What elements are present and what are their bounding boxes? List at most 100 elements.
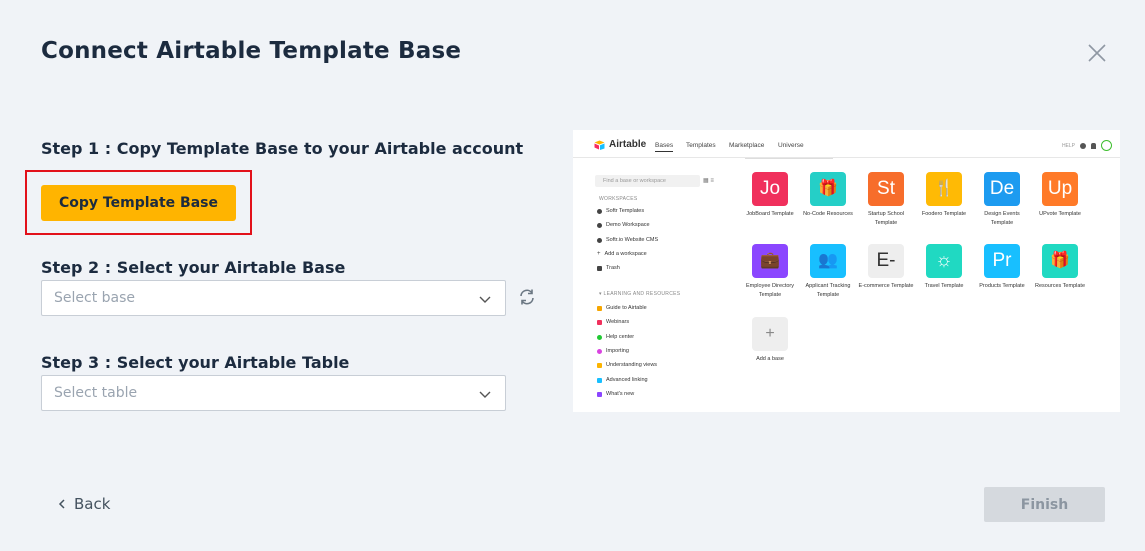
preview-workspace-item: Trash [597, 265, 620, 271]
preview-base-tile: 🍴 Foodero Template [916, 172, 972, 219]
preview-learning-item: Webinars [597, 319, 629, 325]
preview-base-icon: St [868, 172, 904, 206]
preview-learning-item: Guide to Airtable [597, 305, 647, 311]
preview-sun-icon: ☼ [926, 244, 962, 278]
step1-label: Step 1 : Copy Template Base to your Airt… [41, 139, 524, 158]
preview-workspace-label: Trash [606, 265, 620, 271]
preview-base-tile: St Startup School Template [858, 172, 914, 227]
preview-help: HELP [1061, 142, 1075, 149]
preview-base-tile: E- E-commerce Template [858, 244, 914, 291]
copy-template-base-button[interactable]: Copy Template Base [41, 185, 236, 221]
preview-learning-item: Advanced linking [597, 377, 648, 383]
airtable-logo-text: Airtable [609, 139, 647, 150]
preview-learning-text: Importing [606, 348, 629, 354]
preview-base-name: JobBoard Template [746, 211, 794, 217]
preview-people-icon: 👥 [810, 244, 846, 278]
preview-view-icons: ▦ ≡ [703, 178, 714, 184]
preview-base-name: No-Code Resources [803, 211, 853, 217]
preview-base-name: Add a base [756, 356, 784, 362]
preview-base-tile: 👥 Applicant Tracking Template [800, 244, 856, 299]
preview-base-name: E-commerce Template [858, 283, 914, 289]
select-base-placeholder: Select base [54, 290, 136, 306]
preview-learning-text: Help center [606, 334, 635, 340]
preview-divider [745, 158, 833, 159]
preview-learning-text: Advanced linking [606, 377, 648, 383]
preview-base-icon: De [984, 172, 1020, 206]
preview-base-icon: E- [868, 244, 904, 278]
preview-workspace-item: Demo Workspace [597, 222, 650, 228]
preview-topbar-right: HELP [1062, 140, 1112, 151]
preview-base-tile: 💼 Employee Directory Template [742, 244, 798, 299]
airtable-preview-image: Airtable Bases Templates Marketplace Uni… [573, 130, 1120, 412]
airtable-logo: Airtable [594, 139, 646, 150]
preview-base-tile: 🎁 No-Code Resources [800, 172, 856, 219]
step3-label: Step 3 : Select your Airtable Table [41, 353, 350, 372]
back-label: Back [74, 495, 111, 513]
preview-base-name: Resources Template [1034, 283, 1086, 289]
preview-learning-text: Webinars [606, 319, 630, 325]
preview-base-name: Applicant Tracking Template [805, 283, 851, 298]
preview-briefcase-icon: 💼 [752, 244, 788, 278]
preview-learning-item: Help center [597, 334, 634, 340]
preview-topbar: Airtable Bases Templates Marketplace Uni… [573, 130, 1120, 158]
preview-help-icon [1080, 142, 1086, 149]
finish-button[interactable]: Finish [984, 487, 1105, 522]
preview-base-icon: Up [1042, 172, 1078, 206]
preview-nav-bases: Bases [655, 142, 674, 152]
preview-add-icon: + [752, 317, 788, 351]
preview-learning-item: What's new [597, 391, 634, 397]
refresh-icon[interactable] [518, 288, 536, 306]
preview-base-tile: Jo JobBoard Template [742, 172, 798, 219]
preview-base-icon: Jo [752, 172, 788, 206]
preview-base-tile: + Add a base [742, 317, 798, 364]
chevron-down-icon [479, 296, 491, 303]
back-button[interactable]: Back [58, 495, 110, 513]
preview-workspace-label: Softr Templates [606, 208, 645, 214]
preview-workspace-label: Demo Workspace [606, 222, 650, 228]
step2-label: Step 2 : Select your Airtable Base [41, 258, 346, 277]
airtable-logo-icon [594, 140, 605, 150]
preview-workspace-item: Softr.io Website CMS [597, 237, 658, 243]
preview-base-name: Design Events Template [984, 211, 1020, 226]
select-table-placeholder: Select table [54, 385, 138, 401]
chevron-left-icon [58, 499, 65, 509]
preview-learning-text: Understanding views [606, 362, 658, 368]
preview-gift-icon: 🎁 [810, 172, 846, 206]
preview-base-tile: ☼ Travel Template [916, 244, 972, 291]
select-table-dropdown[interactable]: Select table [41, 375, 506, 411]
preview-base-icon: Pr [984, 244, 1020, 278]
dialog-title: Connect Airtable Template Base [41, 38, 462, 64]
preview-base-name: UPvote Template [1039, 211, 1081, 217]
preview-nav-universe: Universe [778, 142, 804, 149]
preview-learning-text: What's new [606, 391, 635, 397]
preview-learning-item: Importing [597, 348, 629, 354]
preview-workspace-item: Softr Templates [597, 208, 644, 214]
preview-gift-icon: 🎁 [1042, 244, 1078, 278]
preview-workspace-label: Softr.io Website CMS [606, 237, 659, 243]
close-icon[interactable] [1087, 43, 1107, 63]
preview-learning-item: Understanding views [597, 362, 657, 368]
preview-base-tile: 🎁 Resources Template [1032, 244, 1088, 291]
preview-base-tile: Up UPvote Template [1032, 172, 1088, 219]
preview-base-name: Startup School Template [867, 211, 905, 226]
preview-search: Find a base or workspace [595, 175, 700, 187]
chevron-down-icon [479, 391, 491, 398]
preview-learning-label: ▾ LEARNING AND RESOURCES [599, 291, 681, 297]
preview-base-name: Foodero Template [921, 211, 967, 217]
preview-base-name: Travel Template [924, 283, 964, 289]
preview-avatar [1101, 140, 1112, 151]
preview-base-tile: De Design Events Template [974, 172, 1030, 227]
preview-bell-icon [1091, 142, 1096, 149]
preview-workspace-item: + Add a workspace [597, 251, 647, 257]
preview-workspaces-label: WORKSPACES [599, 196, 638, 202]
select-base-dropdown[interactable]: Select base [41, 280, 506, 316]
preview-nav-templates: Templates [686, 142, 716, 149]
preview-workspace-label: Add a workspace [604, 251, 647, 257]
preview-base-name: Employee Directory Template [746, 283, 794, 298]
preview-base-name: Products Template [979, 283, 1025, 289]
preview-learning-text: LEARNING AND RESOURCES [603, 291, 681, 297]
preview-base-tile: Pr Products Template [974, 244, 1030, 291]
preview-learning-text: Guide to Airtable [606, 305, 647, 311]
preview-fork-icon: 🍴 [926, 172, 962, 206]
preview-nav-marketplace: Marketplace [729, 142, 765, 149]
